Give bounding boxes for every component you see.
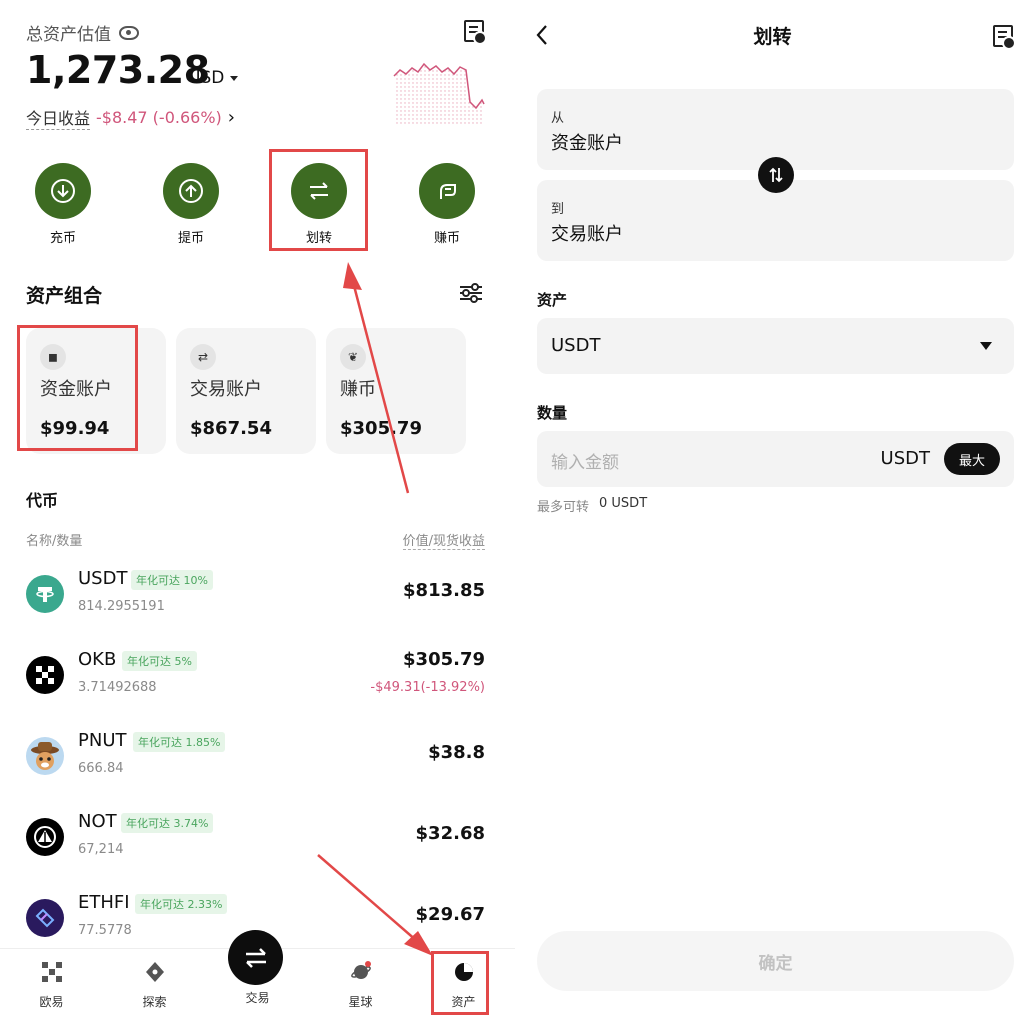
from-label: 从 bbox=[551, 111, 565, 126]
to-label: 到 bbox=[551, 202, 565, 217]
asset-select[interactable]: USDT bbox=[537, 318, 1014, 374]
amount-unit: USDT bbox=[880, 448, 930, 469]
history-icon[interactable] bbox=[993, 25, 1016, 50]
swap-accounts-button[interactable] bbox=[758, 157, 794, 193]
max-transfer-value: 0 USDT bbox=[599, 496, 648, 511]
asset-label: 资产 bbox=[537, 291, 568, 309]
assets-screen: 总资产估值 1,273.28 USD 今日收益 -$8.47 (-0.66%) … bbox=[0, 0, 515, 1027]
confirm-button[interactable]: 确定 bbox=[537, 931, 1014, 991]
max-transfer-label: 最多可转 bbox=[537, 500, 590, 515]
max-button[interactable]: 最大 bbox=[944, 443, 1000, 475]
from-value: 资金账户 bbox=[551, 133, 623, 154]
amount-label: 数量 bbox=[537, 404, 568, 422]
asset-value: USDT bbox=[551, 335, 601, 356]
dropdown-caret-icon bbox=[980, 342, 992, 350]
transfer-screen: 划转 从 资金账户 到 交易账户 资产 USDT 数量 输入金额 USDT 最大… bbox=[515, 0, 1030, 1027]
max-transfer-info: 最多可转 0 USDT bbox=[537, 496, 647, 515]
annotation-arrows bbox=[317, 262, 433, 956]
page-title: 划转 bbox=[753, 26, 792, 48]
amount-input[interactable]: 输入金额 USDT 最大 bbox=[537, 431, 1014, 487]
amount-placeholder: 输入金额 bbox=[551, 453, 619, 473]
to-value: 交易账户 bbox=[551, 224, 623, 245]
swap-vertical-icon bbox=[769, 167, 783, 183]
